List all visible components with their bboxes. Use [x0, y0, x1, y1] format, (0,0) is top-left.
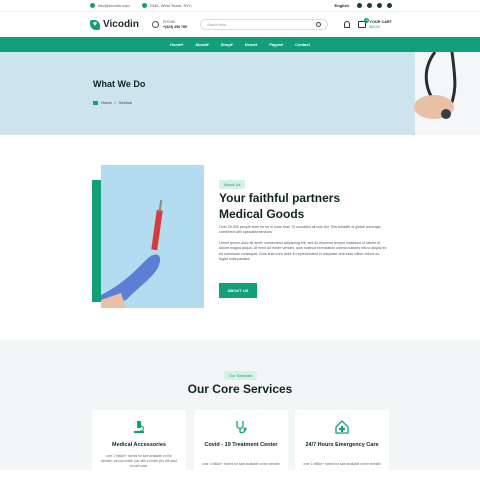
- nav-pages[interactable]: Pages▾: [269, 42, 283, 47]
- about-section: About Us Your faithful partners Medical …: [0, 135, 480, 340]
- microscope-icon: [134, 421, 144, 433]
- services-heading: Our Core Services: [187, 382, 293, 396]
- doctor-stethoscope-image: [414, 52, 480, 135]
- email-text: info@vicodin.com: [98, 3, 130, 8]
- linkedin-icon[interactable]: [387, 3, 392, 8]
- about-heading: Your faithful partners Medical Goods: [219, 191, 341, 221]
- about-paragraph-1: Over 39,000 people work for us in more t…: [219, 225, 382, 235]
- page-hero: What We Do Home / Service: [0, 52, 480, 135]
- logo[interactable]: ♥ Vicodin: [90, 19, 152, 30]
- heart-logo-icon: ♥: [90, 19, 100, 30]
- services-section: Our Services Our Core Services Medical A…: [0, 340, 480, 480]
- header: ♥ Vicodin PHONE +(323) 456 789 Search he…: [0, 12, 480, 37]
- location-pin-icon: [141, 3, 147, 8]
- syringe-glove-image: [101, 165, 204, 308]
- facebook-icon[interactable]: [357, 3, 362, 8]
- social-links: [357, 3, 392, 8]
- page-title: What We Do: [93, 79, 146, 89]
- cart-icon: 0: [358, 18, 370, 28]
- home-icon: [93, 100, 98, 105]
- phone-icon: [152, 21, 159, 28]
- phone-number[interactable]: +(323) 456 789: [163, 25, 187, 29]
- home-cross-icon: [335, 420, 349, 434]
- nav-contact[interactable]: Contact: [295, 42, 310, 47]
- mail-icon: [90, 3, 95, 8]
- nav-about[interactable]: About▾: [195, 42, 209, 47]
- instagram-icon[interactable]: [377, 3, 382, 8]
- twitter-icon[interactable]: [367, 3, 372, 8]
- main-nav: Home▾ About▾ Shop▾ News▾ Pages▾ Contact: [0, 37, 480, 52]
- about-us-button[interactable]: ABOUT US: [219, 283, 257, 298]
- breadcrumb-current: Service: [118, 100, 133, 105]
- breadcrumb-separator: /: [114, 100, 116, 105]
- cart-title: YOUR CART: [369, 19, 392, 24]
- service-title: Medical Accessories: [112, 442, 166, 448]
- breadcrumb: Home / Service: [93, 100, 132, 105]
- location-info: 2345, West Tower, NYC: [141, 3, 192, 8]
- topbar: info@vicodin.com 2345, West Tower, NYC E…: [0, 0, 480, 12]
- service-title: 24/7 Hours Emergency Care: [305, 442, 379, 448]
- service-description: over 1 million+ homes for sale available…: [100, 454, 177, 468]
- nav-news[interactable]: News▾: [245, 42, 257, 47]
- decorative-bar: [92, 180, 101, 302]
- cart[interactable]: 0 YOUR CART $00.00: [358, 18, 392, 30]
- breadcrumb-home[interactable]: Home: [101, 100, 112, 105]
- location-text: 2345, West Tower, NYC: [149, 3, 192, 8]
- search-placeholder: Search here...: [207, 22, 229, 27]
- stethoscope-icon: [236, 421, 247, 434]
- about-paragraph-2: Lorem ipsum dolor sit amet, consectetur …: [219, 241, 387, 262]
- search-icon[interactable]: [316, 22, 321, 27]
- email-info[interactable]: info@vicodin.com: [90, 3, 130, 8]
- service-title: Covid - 19 Treatment Center: [204, 442, 278, 448]
- nav-home[interactable]: Home▾: [170, 42, 183, 47]
- service-description: over 1 million+ homes for sale available…: [202, 462, 280, 466]
- language-select[interactable]: English: [335, 3, 349, 8]
- search-input[interactable]: Search here...: [200, 19, 328, 30]
- service-description: over 1 million+ homes for sale available…: [303, 462, 381, 466]
- section-tag: About Us: [219, 180, 246, 189]
- logo-text: Vicodin: [103, 19, 139, 30]
- user-icon[interactable]: [344, 21, 351, 28]
- cart-amount: $00.00: [369, 24, 381, 29]
- services-tag: Our Services: [224, 371, 258, 380]
- nav-shop[interactable]: Shop▾: [221, 42, 233, 47]
- phone-contact: PHONE +(323) 456 789: [152, 20, 200, 30]
